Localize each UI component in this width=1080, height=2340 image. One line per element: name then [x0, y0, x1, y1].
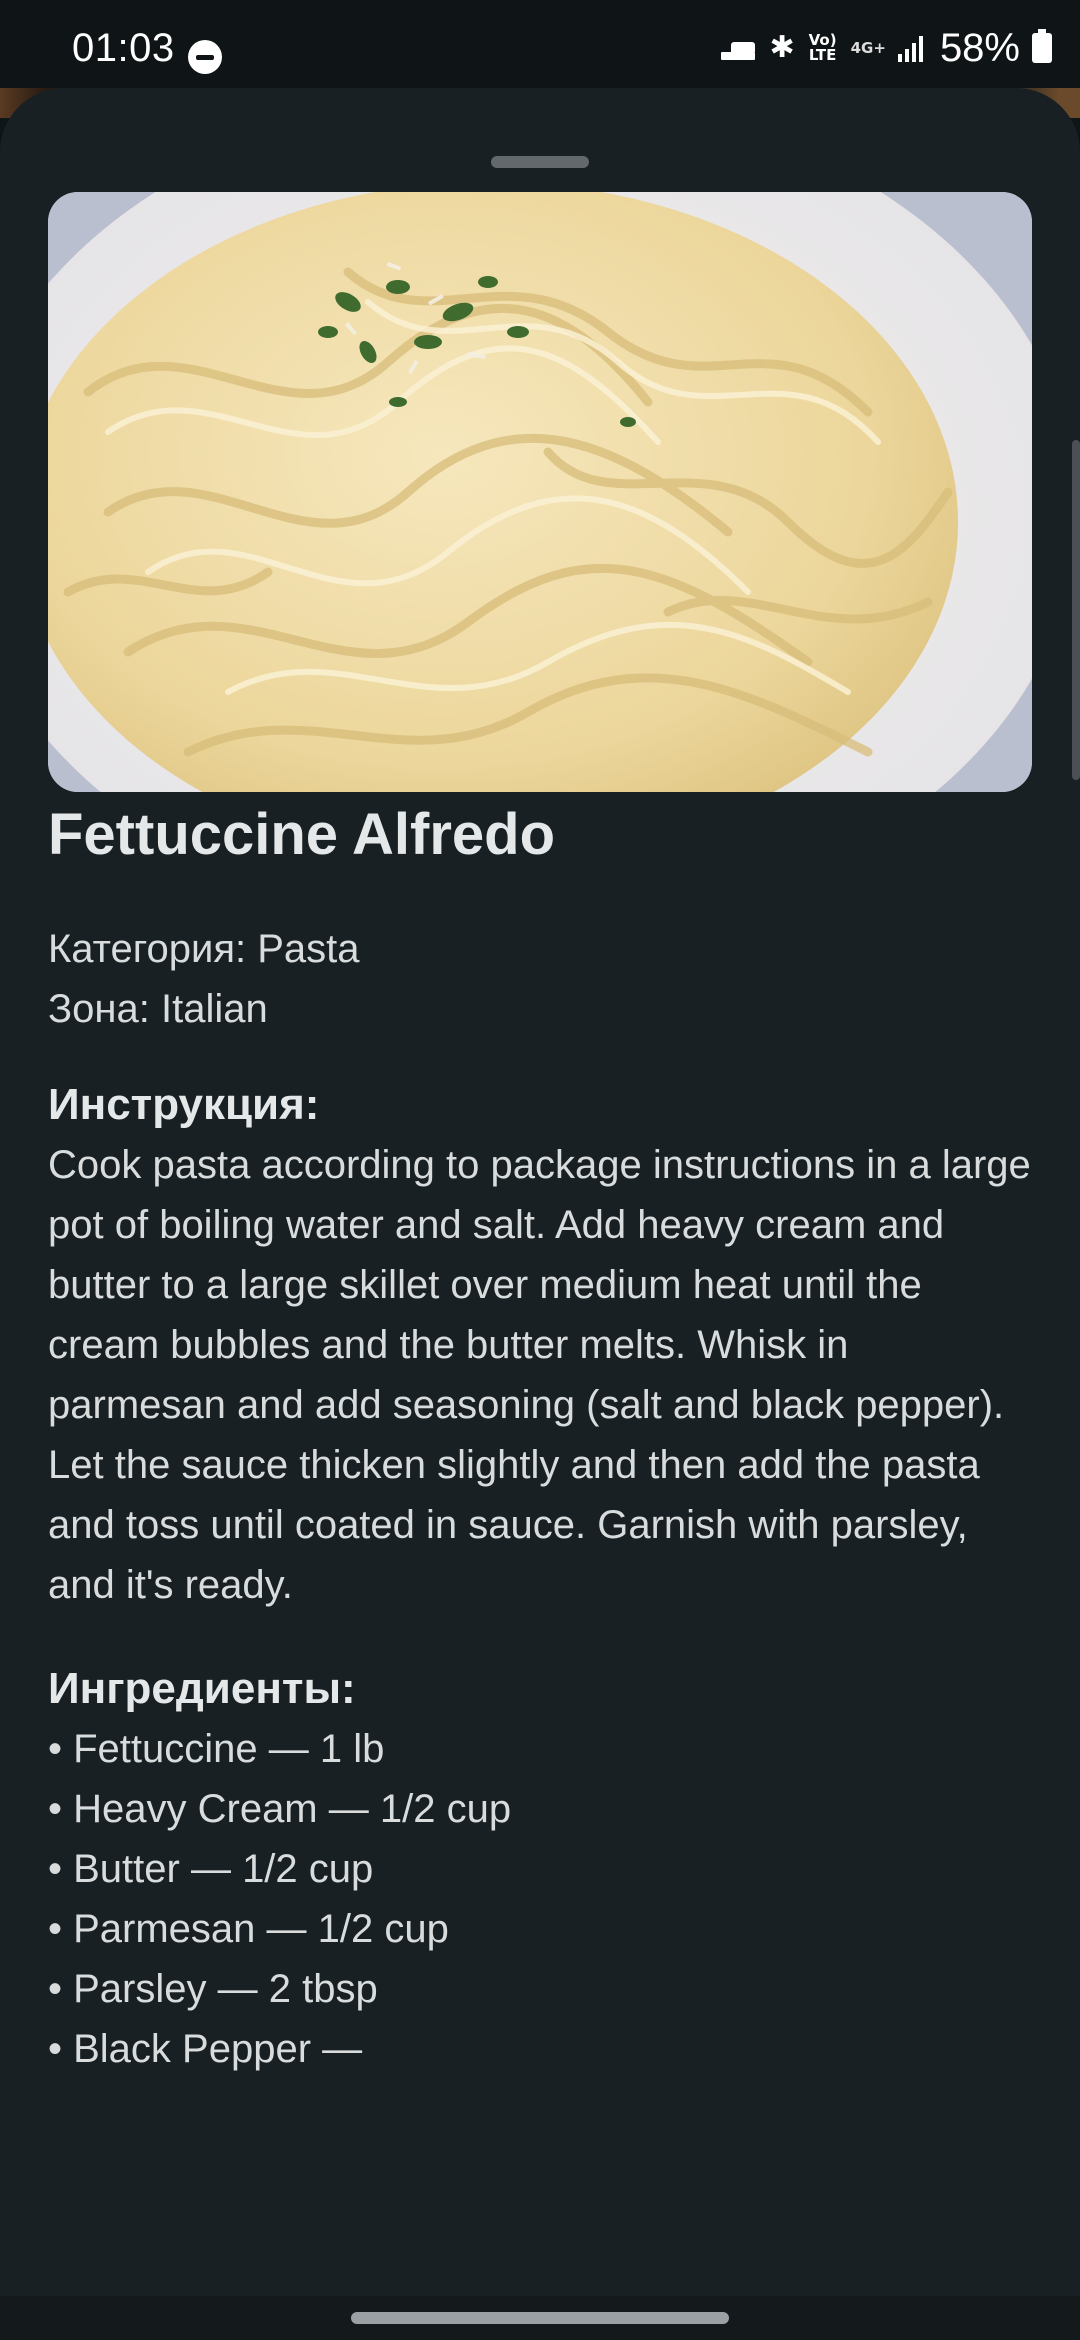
ingredient-item: • Parsley — 2 tbsp: [48, 1967, 378, 2011]
meal-area: Зона: Italian: [48, 987, 268, 1031]
ingredients-header: Ингредиенты:: [48, 1664, 356, 1713]
ingredient-item: • Black Pepper —: [48, 2027, 363, 2071]
drag-handle[interactable]: [491, 156, 589, 168]
volte-icon: Vo) LTE: [808, 31, 837, 64]
meal-meta: Категория: Pasta Зона: Italian: [48, 919, 1032, 1039]
instructions-text: Cook pasta according to package instruct…: [48, 1143, 1031, 1607]
ingredients-list: • Fettuccine — 1 lb • Heavy Cream — 1/2 …: [48, 1719, 1032, 2079]
ingredient-item: • Butter — 1/2 cup: [48, 1847, 374, 1891]
status-time: 01:03: [72, 26, 175, 70]
scrollbar[interactable]: [1072, 440, 1080, 780]
status-icons: ✱ Vo) LTE 4G+ 58%: [721, 25, 1052, 70]
home-gesture-handle[interactable]: [351, 2312, 729, 2324]
meal-image: [48, 192, 1032, 792]
battery-percent: 58%: [939, 25, 1020, 70]
meal-details: Fettuccine Alfredo Категория: Pasta Зона…: [48, 795, 1032, 2079]
signal-icon: [897, 34, 928, 62]
navigation-bar: [0, 2296, 1080, 2340]
bluetooth-icon: ✱: [769, 30, 795, 65]
meal-category: Категория: Pasta: [48, 927, 360, 971]
battery-charging-icon: [1032, 29, 1052, 63]
meal-title: Fettuccine Alfredo: [48, 802, 556, 867]
status-bar: 01:03 ✱ Vo) LTE 4G+ 58%: [0, 0, 1080, 88]
do-not-disturb-icon: [188, 40, 222, 74]
instructions-header: Инструкция:: [48, 1080, 320, 1129]
4g-plus-icon: 4G+: [850, 38, 886, 57]
ingredient-item: • Fettuccine — 1 lb: [48, 1727, 385, 1771]
ingredient-item: • Parmesan — 1/2 cup: [48, 1907, 449, 1951]
ingredient-item: • Heavy Cream — 1/2 cup: [48, 1787, 512, 1831]
sleep-icon: [721, 36, 757, 60]
